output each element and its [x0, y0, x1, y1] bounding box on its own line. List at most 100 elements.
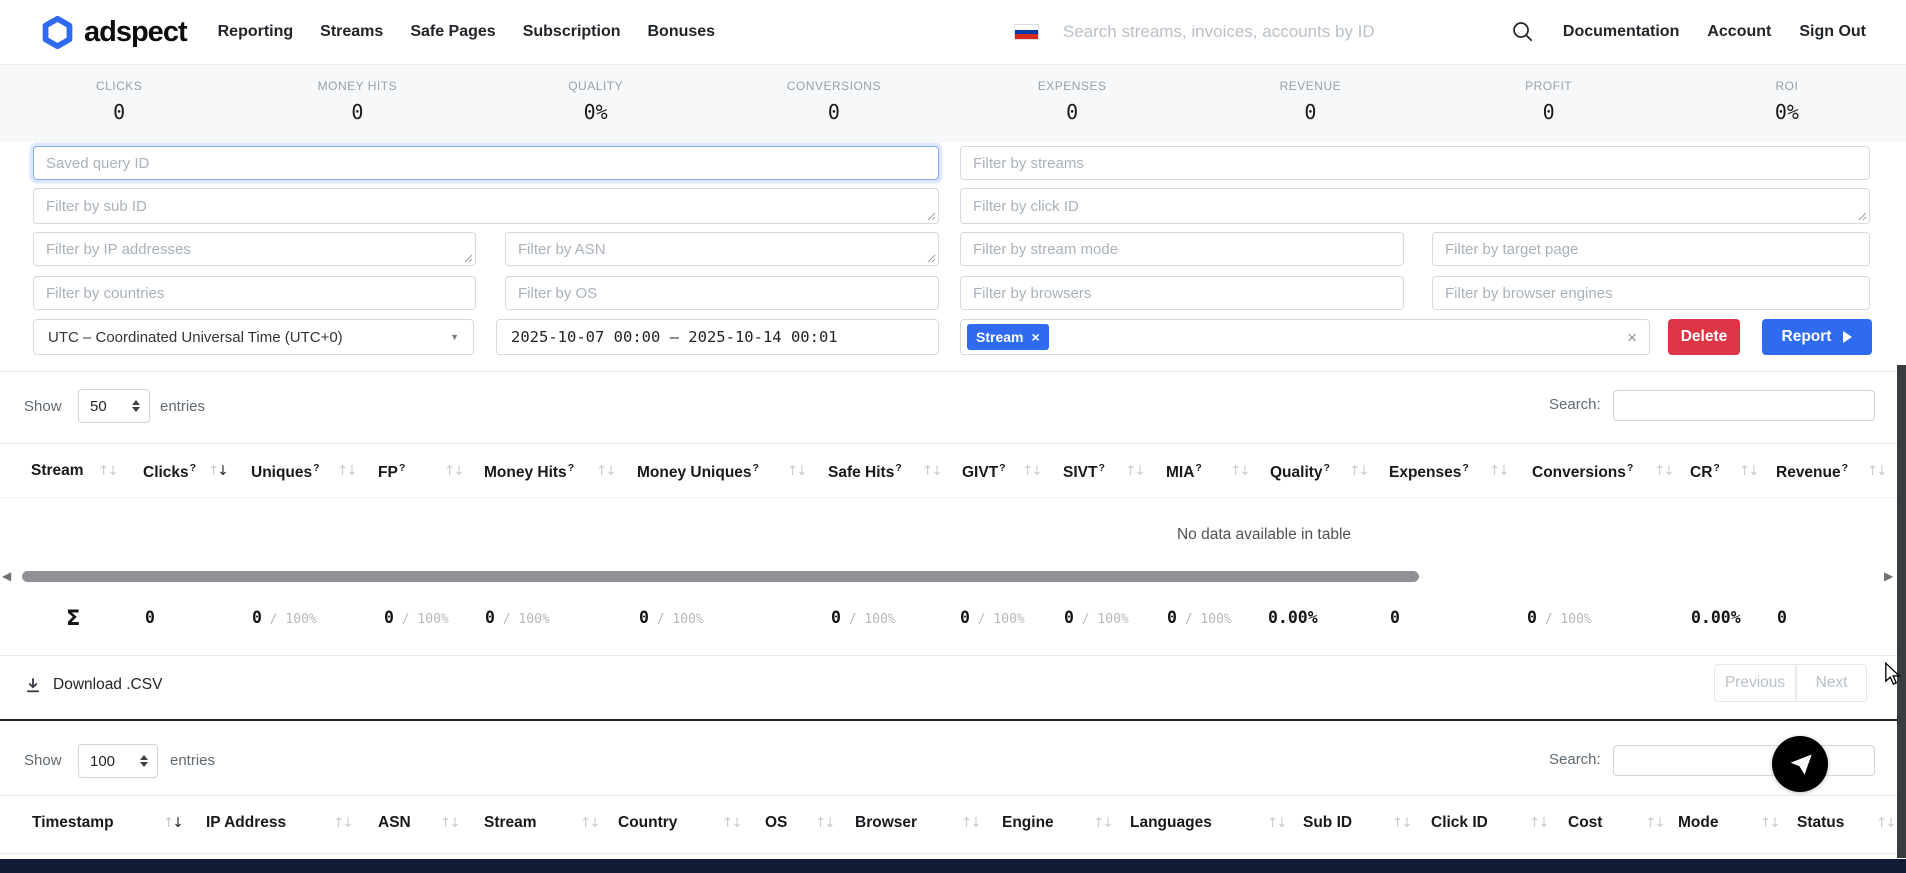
sort-icon[interactable]: ↑↓	[333, 815, 354, 831]
sort-icon[interactable]: ↑↓	[1760, 815, 1781, 831]
t2-col-mode[interactable]: Mode	[1678, 814, 1718, 832]
table1-search-input[interactable]	[1613, 390, 1875, 421]
t2-col-browser[interactable]: Browser	[855, 814, 917, 832]
horizontal-scrollbar-thumb[interactable]	[22, 571, 1419, 582]
filter-ip-input[interactable]	[33, 232, 476, 266]
table2-search-input[interactable]	[1613, 745, 1875, 776]
sort-icon[interactable]: ↑↓	[1645, 815, 1666, 831]
t1-col-uniques[interactable]: Uniques?	[251, 462, 320, 482]
sort-icon[interactable]: ↑↓	[961, 815, 982, 831]
t1-col-fp[interactable]: FP?	[378, 462, 405, 482]
nav-item-reporting[interactable]: Reporting	[218, 23, 294, 41]
adspect-logo[interactable]: adspect	[41, 16, 187, 49]
sort-icon[interactable]: ↑↓	[1230, 463, 1251, 479]
t2-col-engine[interactable]: Engine	[1002, 814, 1054, 832]
language-flag-russian-icon[interactable]	[1014, 24, 1039, 40]
t1-col-conversions[interactable]: Conversions?	[1532, 462, 1633, 482]
t1-col-cr[interactable]: CR?	[1690, 462, 1720, 482]
filter-os-input[interactable]	[505, 276, 939, 310]
delete-button[interactable]: Delete	[1668, 319, 1740, 355]
date-range-input[interactable]	[496, 319, 939, 355]
scroll-right-icon[interactable]: ▶	[1884, 569, 1893, 583]
t2-col-country[interactable]: Country	[618, 814, 677, 832]
sort-icon[interactable]: ↑↓	[1529, 815, 1550, 831]
multiselect-clear-icon[interactable]: ×	[1627, 329, 1637, 346]
next-button[interactable]: Next	[1796, 664, 1867, 702]
sort-icon[interactable]: ↑↓	[722, 815, 743, 831]
sort-icon[interactable]: ↑↓	[1125, 463, 1146, 479]
sort-icon[interactable]: ↑↓	[444, 463, 465, 479]
filter-streams-input[interactable]	[960, 146, 1870, 180]
sort-icon[interactable]: ↑↓	[1349, 463, 1370, 479]
filter-click-id-input[interactable]	[960, 188, 1870, 224]
t1-col-sivt[interactable]: SIVT?	[1063, 462, 1105, 482]
sort-icon[interactable]: ↑↓	[1267, 815, 1288, 831]
group-by-multiselect[interactable]: Stream × ×	[960, 319, 1650, 355]
t1-col-stream[interactable]: Stream	[31, 462, 84, 480]
sort-icon[interactable]: ↑↓	[1392, 815, 1413, 831]
t2-col-os[interactable]: OS	[765, 814, 787, 832]
sort-icon[interactable]: ↑↓	[98, 463, 119, 479]
t2-col-click-id[interactable]: Click ID	[1431, 814, 1488, 832]
filter-stream-mode-input[interactable]	[960, 232, 1404, 266]
sort-icon[interactable]: ↑↓	[1876, 815, 1897, 831]
sort-icon[interactable]: ↑↓	[337, 463, 358, 479]
sort-icon[interactable]: ↑↓	[208, 463, 229, 479]
t1-col-clicks[interactable]: Clicks?	[143, 462, 196, 482]
filter-target-page-input[interactable]	[1432, 232, 1870, 266]
sort-icon[interactable]: ↑↓	[1654, 463, 1675, 479]
telegram-button[interactable]	[1772, 736, 1828, 792]
search-icon[interactable]	[1511, 20, 1535, 44]
sort-icon[interactable]: ↑↓	[596, 463, 617, 479]
sort-icon[interactable]: ↑↓	[922, 463, 943, 479]
previous-button[interactable]: Previous	[1714, 664, 1796, 702]
sort-icon[interactable]: ↑↓	[440, 815, 461, 831]
sort-icon[interactable]: ↑↓	[1739, 463, 1760, 479]
sort-icon[interactable]: ↑↓	[815, 815, 836, 831]
nav-link-sign-out[interactable]: Sign Out	[1799, 23, 1866, 41]
vertical-scrollbar-thumb[interactable]	[1897, 365, 1906, 858]
t2-col-stream[interactable]: Stream	[484, 814, 537, 832]
t2-col-ip-address[interactable]: IP Address	[206, 814, 286, 832]
t2-col-languages[interactable]: Languages	[1130, 814, 1212, 832]
t2-col-timestamp[interactable]: Timestamp	[32, 814, 114, 832]
t1-col-money-uniques[interactable]: Money Uniques?	[637, 462, 759, 482]
timezone-select[interactable]: UTC – Coordinated Universal Time (UTC+0)…	[33, 319, 474, 355]
filter-asn-input[interactable]	[505, 232, 939, 266]
t2-col-cost[interactable]: Cost	[1568, 814, 1602, 832]
filter-browsers-input[interactable]	[960, 276, 1404, 310]
sort-icon[interactable]: ↑↓	[1489, 463, 1510, 479]
t1-col-mia[interactable]: MIA?	[1166, 462, 1202, 482]
t1-col-quality[interactable]: Quality?	[1270, 462, 1330, 482]
sort-icon[interactable]: ↑↓	[580, 815, 601, 831]
download-csv-button[interactable]: Download .CSV	[24, 676, 162, 694]
filter-countries-input[interactable]	[33, 276, 476, 310]
sort-icon[interactable]: ↑↓	[163, 815, 184, 831]
t1-col-givt[interactable]: GIVT?	[962, 462, 1006, 482]
scroll-left-icon[interactable]: ◀	[2, 569, 11, 583]
group-by-tag-stream[interactable]: Stream ×	[967, 324, 1049, 350]
page-size-select-table1[interactable]: 50	[78, 389, 150, 423]
sort-icon[interactable]: ↑↓	[787, 463, 808, 479]
t2-col-asn[interactable]: ASN	[378, 814, 411, 832]
nav-item-streams[interactable]: Streams	[320, 23, 383, 41]
sort-icon[interactable]: ↑↓	[1867, 463, 1888, 479]
filter-engines-input[interactable]	[1432, 276, 1870, 310]
t1-col-revenue[interactable]: Revenue?	[1776, 462, 1848, 482]
t1-col-expenses[interactable]: Expenses?	[1389, 462, 1469, 482]
nav-link-account[interactable]: Account	[1707, 23, 1771, 41]
t2-col-status[interactable]: Status	[1797, 814, 1844, 832]
page-size-select-table2[interactable]: 100	[78, 744, 158, 778]
sort-icon[interactable]: ↑↓	[1022, 463, 1043, 479]
report-button[interactable]: Report	[1762, 319, 1872, 355]
t2-col-sub-id[interactable]: Sub ID	[1303, 814, 1352, 832]
filter-sub-id-input[interactable]	[33, 188, 939, 224]
nav-item-safe-pages[interactable]: Safe Pages	[410, 23, 495, 41]
nav-item-bonuses[interactable]: Bonuses	[647, 23, 715, 41]
tag-remove-icon[interactable]: ×	[1031, 329, 1039, 345]
nav-item-subscription[interactable]: Subscription	[523, 23, 621, 41]
t1-col-money-hits[interactable]: Money Hits?	[484, 462, 574, 482]
t1-col-safe-hits[interactable]: Safe Hits?	[828, 462, 902, 482]
nav-link-documentation[interactable]: Documentation	[1563, 23, 1679, 41]
global-search-input[interactable]	[1063, 22, 1487, 42]
